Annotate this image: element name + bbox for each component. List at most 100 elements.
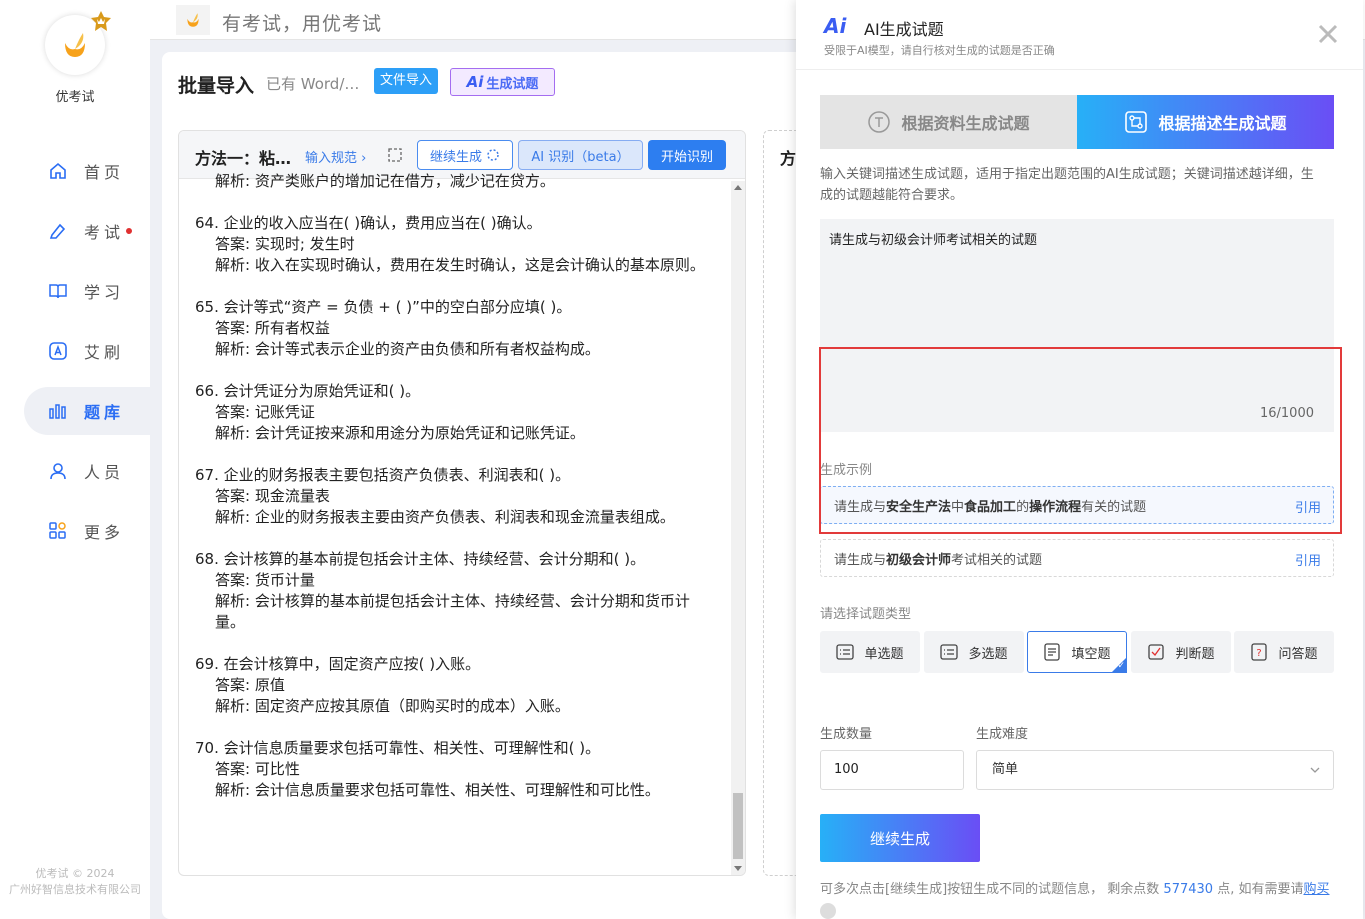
type-label-tf: 判断题	[1175, 646, 1215, 662]
panel-title: AI生成试题	[864, 20, 944, 39]
type-fill-blank[interactable]: 填空题 ✓	[1027, 631, 1127, 673]
svg-text:?: ?	[1257, 648, 1262, 659]
input-rule-link[interactable]: 输入规范 ›	[305, 147, 366, 166]
page-title: 批量导入	[178, 75, 255, 97]
question-stem: 70. 会计信息质量要求包括可靠性、相关性、可理解性和( )。	[195, 739, 601, 757]
chevron-down-icon	[1310, 767, 1320, 773]
input-rule-label: 输入规范	[305, 151, 358, 166]
nav-item-study[interactable]: 学习	[24, 267, 154, 315]
footer-note: 可多次点击[继续生成]按钮生成不同的试题信息， 剩余点数 577430 点, 如…	[820, 878, 1329, 897]
nav-label-aishua: 艾刷	[84, 343, 125, 362]
example-item[interactable]: 请生成与初级会计师考试相关的试题 引用	[820, 539, 1334, 577]
mode-tab-from-description-label: 根据描述生成试题	[1158, 114, 1287, 133]
difficulty-label: 生成难度	[976, 727, 1029, 742]
footer-prefix: 可多次点击[继续生成]按钮生成不同的试题信息， 剩余点数	[820, 882, 1164, 897]
multi-choice-icon	[940, 644, 959, 660]
book-icon	[49, 284, 67, 299]
continue-generate-label: 继续生成	[429, 149, 482, 165]
crown-badge-icon	[91, 11, 111, 31]
mode-tab-from-description[interactable]: 根据描述生成试题	[1077, 95, 1334, 149]
type-multi-choice[interactable]: 多选题	[924, 631, 1024, 673]
nav-item-people[interactable]: 人员	[24, 447, 154, 495]
method-title: 方法一：粘…	[195, 149, 292, 168]
nav-label-exam: 考试	[84, 223, 125, 242]
topbar-logo[interactable]	[176, 5, 210, 35]
type-qa[interactable]: ? 问答题	[1234, 631, 1334, 673]
question-answer: 答案: 现金流量表	[215, 487, 330, 505]
home-icon	[50, 162, 66, 179]
copyright: 优考试 © 2024 广州好智信息技术有限公司	[0, 866, 150, 898]
difficulty-select[interactable]: 简单	[976, 750, 1334, 790]
question-stem: 65. 会计等式“资产 = 负债 + ( )”中的空白部分应填( )。	[195, 298, 572, 316]
intro-text: 输入关键词描述生成试题，适用于指定出题范围的AI生成试题；关键词描述越详细，生成…	[820, 167, 1314, 203]
method-one-box: 方法一：粘… 输入规范 › 继续生成 AI 识别（beta） 开始识别 解析: …	[178, 130, 746, 876]
question-text-area[interactable]: 解析: 资产类账户的增加记在借方，减少记在贷方。 64. 企业的收入应当在( )…	[195, 171, 715, 822]
ai-brush-icon	[49, 342, 67, 360]
expand-icon[interactable]	[387, 147, 403, 163]
app-name: 优考试	[55, 90, 95, 105]
type-label-qa: 问答题	[1278, 646, 1318, 662]
single-choice-icon	[836, 644, 855, 660]
nav-item-home[interactable]: 首页	[24, 147, 154, 195]
footer-mid: 点, 如有需要请	[1213, 882, 1304, 897]
scrollbar[interactable]	[731, 181, 745, 875]
nav-label-question-bank: 题库	[84, 403, 125, 422]
cite-button[interactable]: 引用	[1295, 550, 1321, 569]
nav-item-exam[interactable]: 考试	[24, 207, 154, 255]
remaining-points: 577430	[1163, 882, 1214, 897]
scroll-down-icon[interactable]	[734, 866, 742, 871]
question-stem: 66. 会计凭证分为原始凭证和( )。	[195, 382, 421, 400]
nav-label-people: 人员	[84, 463, 125, 482]
copyright-line-1: 优考试 © 2024	[35, 867, 115, 880]
help-icon[interactable]	[820, 903, 836, 919]
file-import-button[interactable]: 文件导入	[374, 68, 439, 94]
type-label-fill: 填空题	[1071, 646, 1111, 662]
panel-description: 受限于AI模型，请自行核对生成的试题是否正确	[824, 44, 1055, 57]
highlight-annotation-box	[819, 347, 1342, 534]
buy-link[interactable]: 购买	[1303, 882, 1329, 897]
ai-generate-panel: Ai AI生成试题 受限于AI模型，请自行核对生成的试题是否正确 根据资料生成试…	[796, 0, 1363, 919]
type-true-false[interactable]: 判断题	[1131, 631, 1231, 673]
ai-generate-button[interactable]: Ai 生成试题	[450, 68, 555, 96]
nav-item-question-bank[interactable]: 题库	[24, 387, 154, 435]
ai-recognize-button[interactable]: AI 识别（beta）	[518, 140, 643, 170]
scroll-thumb[interactable]	[733, 793, 743, 859]
question-item: 68. 会计核算的基本前提包括会计主体、持续经营、会计分期和( )。 答案: 货…	[195, 549, 715, 633]
fill-blank-icon	[1044, 643, 1061, 661]
copyright-line-2: 广州好智信息技术有限公司	[9, 883, 141, 896]
true-false-icon	[1148, 644, 1165, 660]
logo-icon	[65, 33, 85, 57]
mode-tab-from-material[interactable]: 根据资料生成试题	[820, 95, 1077, 149]
nav-item-aishua[interactable]: 艾刷	[24, 327, 154, 375]
scroll-up-icon[interactable]	[734, 185, 742, 190]
app-logo[interactable]	[45, 11, 111, 75]
question-analysis: 解析: 固定资产应按其原值（即购买时的成本）入账。	[215, 697, 570, 715]
question-answer: 答案: 记账凭证	[215, 403, 315, 421]
question-stem: 64. 企业的收入应当在( )确认，费用应当在( )确认。	[195, 214, 542, 232]
type-single-choice[interactable]: 单选题	[820, 631, 920, 673]
count-label: 生成数量	[820, 727, 873, 742]
difficulty-value: 简单	[992, 762, 1019, 777]
question-answer: 答案: 可比性	[215, 760, 300, 778]
example-text: 请生成与初级会计师考试相关的试题	[834, 552, 1043, 568]
question-analysis: 解析: 会计信息质量要求包括可靠性、相关性、可理解性和可比性。	[215, 781, 660, 799]
ai-generate-label: 生成试题	[486, 76, 539, 92]
generate-button[interactable]: 继续生成	[820, 814, 980, 862]
nav-label-study: 学习	[84, 283, 125, 302]
count-input[interactable]: 100	[820, 750, 964, 790]
qa-icon: ?	[1251, 643, 1268, 661]
question-answer: 答案: 原值	[215, 676, 285, 694]
ai-logo-icon: Ai	[824, 14, 847, 38]
method-two-title: 方	[780, 149, 797, 168]
exam-icon	[49, 223, 66, 239]
check-icon: ✓	[1117, 661, 1125, 671]
nav-item-more[interactable]: 更多	[24, 507, 154, 555]
batch-import-card: 批量导入 已有 Word/… 文件导入 Ai 生成试题 方法一：粘… 输入规范 …	[162, 52, 862, 919]
question-analysis: 解析: 会计凭证按来源和用途分为原始凭证和记账凭证。	[215, 424, 585, 442]
slogan: 有考试，用优考试	[222, 13, 383, 35]
question-answer: 答案: 实现时; 发生时	[215, 235, 355, 253]
start-recognize-button[interactable]: 开始识别	[648, 140, 726, 170]
question-stem: 67. 企业的财务报表主要包括资产负债表、利润表和( )。	[195, 466, 571, 484]
close-icon[interactable]	[1316, 22, 1340, 46]
continue-generate-button[interactable]: 继续生成	[417, 140, 513, 170]
